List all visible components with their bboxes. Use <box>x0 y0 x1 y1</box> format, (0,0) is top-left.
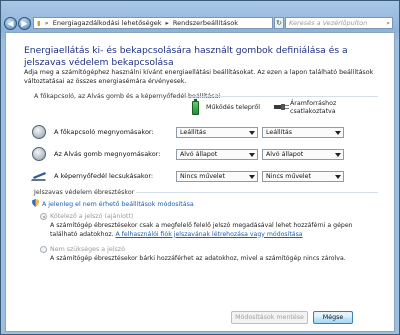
address-bar: ◀ ▶ ▮ » Energiagazdálkodási lehetőségek … <box>1 15 399 30</box>
lid-close-label: A képernyőfedél lecsukásakor: <box>54 172 154 180</box>
section-divider <box>136 192 378 193</box>
select-value: Alvó állapot <box>266 151 304 158</box>
save-changes-button[interactable]: Módosítások mentése <box>231 311 308 324</box>
sleep-button-icon <box>32 147 46 161</box>
column-header-plugged-in: Áramforráshoz csatlakoztatva <box>290 100 337 115</box>
password-required-radio[interactable] <box>40 213 47 220</box>
chevron-down-icon <box>249 175 255 179</box>
password-required-label: Kötelező a jelszó (ajánlott) <box>50 213 134 220</box>
folder-icon: ▮ <box>37 19 41 27</box>
laptop-lid-icon <box>31 172 46 181</box>
battery-icon <box>192 99 199 115</box>
power-button-plugged-select[interactable]: Leállítás <box>262 127 344 138</box>
password-required-description: A számítógép ébresztésekor csak a megfel… <box>50 222 375 239</box>
search-placeholder: Keresés a Vezérlőpulton <box>289 19 368 27</box>
main-content: Energiaellátás ki- és bekapcsolására has… <box>5 32 395 332</box>
forward-button[interactable]: ▶ <box>18 17 31 30</box>
chevron-down-icon <box>335 175 341 179</box>
page-intro: Adja meg a számítógéphez használni kíván… <box>24 69 374 85</box>
control-panel-window: ◀ ▶ ▮ » Energiagazdálkodási lehetőségek … <box>0 0 400 335</box>
lid-close-plugged-select[interactable]: Nincs művelet <box>262 171 344 182</box>
select-value: Alvó állapot <box>180 151 218 158</box>
password-not-required-radio[interactable] <box>40 246 47 253</box>
select-value: Leállítás <box>180 129 206 136</box>
create-password-link[interactable]: A felhasználói fiók jelszavának létrehoz… <box>116 231 303 238</box>
sleep-button-plugged-select[interactable]: Alvó állapot <box>262 149 344 160</box>
search-icon[interactable]: ⌕ <box>386 18 390 28</box>
chevron-down-icon <box>249 131 255 135</box>
select-value: Nincs művelet <box>180 173 226 180</box>
power-button-icon <box>32 125 46 139</box>
password-section-title: Jelszavas védelem ébresztéskor <box>34 189 135 196</box>
change-settings-link[interactable]: A jelenleg el nem érhető beállítások mód… <box>32 199 194 208</box>
uac-shield-icon <box>32 199 39 207</box>
select-value: Nincs művelet <box>266 173 312 180</box>
column-header-battery: Működés telepről <box>206 104 261 111</box>
power-plug-icon <box>274 104 289 110</box>
cancel-button[interactable]: Mégse <box>313 311 353 324</box>
lid-close-battery-select[interactable]: Nincs művelet <box>176 171 258 182</box>
power-button-label: A főkapcsoló megnyomásakor: <box>54 128 154 136</box>
sleep-button-label: Az Alvás gomb megnyomásakor: <box>54 150 161 158</box>
search-input[interactable]: Keresés a Vezérlőpulton ⌕ <box>285 17 393 29</box>
breadcrumb-item-system-settings[interactable]: Rendszerbeállítások <box>173 19 238 27</box>
chevron-down-icon <box>335 153 341 157</box>
password-not-required-label: Nem szükséges a jelszó <box>50 246 125 253</box>
chevron-down-icon <box>335 131 341 135</box>
page-title: Energiaellátás ki- és bekapcsolására has… <box>24 45 348 68</box>
chevron-down-icon <box>249 153 255 157</box>
section-divider <box>186 96 378 97</box>
title-bar <box>1 1 399 15</box>
password-not-required-description: A számítógép ébresztésekor bárki hozzáfé… <box>50 255 346 262</box>
back-button[interactable]: ◀ <box>4 17 17 30</box>
power-button-battery-select[interactable]: Leállítás <box>176 127 258 138</box>
breadcrumb[interactable]: ▮ » Energiagazdálkodási lehetőségek ▸ Re… <box>33 17 273 29</box>
breadcrumb-separator-icon: » <box>44 19 49 27</box>
breadcrumb-item-power-options[interactable]: Energiagazdálkodási lehetőségek <box>53 19 162 27</box>
change-settings-link-text[interactable]: A jelenleg el nem érhető beállítások mód… <box>42 201 194 208</box>
refresh-icon[interactable]: ↻ <box>274 17 284 29</box>
breadcrumb-separator-icon: ▸ <box>165 19 169 27</box>
sleep-button-battery-select[interactable]: Alvó állapot <box>176 149 258 160</box>
select-value: Leállítás <box>266 129 292 136</box>
